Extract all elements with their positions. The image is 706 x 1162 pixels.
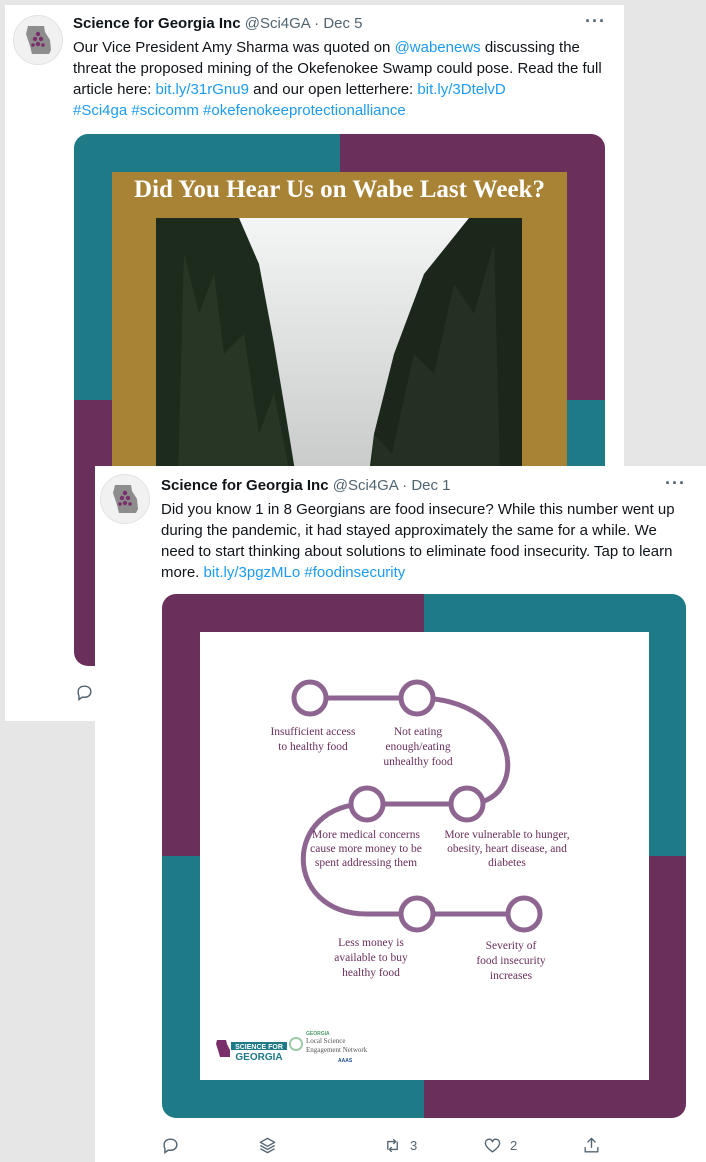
reply-button[interactable]: [75, 683, 94, 702]
tweet-text: Did you know 1 in 8 Georgians are food i…: [161, 499, 683, 583]
tweet-date[interactable]: Dec 5: [323, 15, 362, 32]
author-handle[interactable]: @Sci4GA: [333, 477, 398, 494]
step-4-line-2: cause more money to be: [310, 843, 422, 855]
author-name[interactable]: Science for Georgia Inc: [73, 15, 241, 32]
logo-1-line-2: GEORGIA: [235, 1052, 282, 1063]
logo-2-line-2: Engagement Network: [306, 1046, 368, 1054]
step-3-line-2: obesity, heart disease, and: [447, 843, 567, 855]
tweet-header: Science for Georgia Inc @Sci4GA · Dec 5: [73, 15, 363, 32]
step-6-line-3: increases: [490, 970, 533, 982]
step-6-line-1: Severity of: [486, 940, 537, 952]
tweet-image[interactable]: Insufficient access to healthy food Not …: [162, 594, 686, 1118]
mention-link[interactable]: @wabenews: [395, 39, 481, 56]
step-node-5: [398, 895, 436, 933]
tweet-text-part: Our Vice President Amy Sharma was quoted…: [73, 39, 395, 56]
hashtags[interactable]: #Sci4ga #scicomm #okefenokeeprotectional…: [73, 102, 406, 119]
georgia-logo-icon: [26, 26, 51, 54]
step-2-line-3: unhealthy food: [383, 756, 453, 768]
tweet-date[interactable]: Dec 1: [411, 477, 450, 494]
author-name[interactable]: Science for Georgia Inc: [161, 477, 329, 494]
tweet-text: Our Vice President Amy Sharma was quoted…: [73, 37, 613, 121]
share-button[interactable]: [582, 1136, 601, 1155]
separator: ·: [314, 15, 320, 32]
step-6-line-2: food insecurity: [476, 955, 546, 967]
food-insecurity-graphic: Insufficient access to healthy food Not …: [162, 594, 686, 1118]
retweet-icon: [387, 1138, 398, 1153]
step-5-line-3: healthy food: [342, 967, 400, 979]
heart-icon: [484, 1138, 501, 1153]
step-3-line-3: diabetes: [488, 857, 526, 869]
image-title: Did You Hear Us on Wabe Last Week?: [134, 176, 545, 203]
step-1-line-2: to healthy food: [278, 741, 348, 753]
logo-1-line-1: SCIENCE FOR: [235, 1044, 283, 1051]
step-node-2: [398, 679, 436, 717]
more-options-icon[interactable]: ···: [585, 11, 606, 32]
layers-icon: [259, 1137, 276, 1154]
reply-icon: [163, 1138, 178, 1155]
letter-link[interactable]: bit.ly/3DtelvD: [417, 81, 505, 98]
tweet-actions: 3 2: [161, 1136, 681, 1158]
retweet-button[interactable]: 3: [383, 1136, 417, 1155]
step-2-line-1: Not eating: [394, 726, 442, 738]
step-5-line-2: available to buy: [334, 952, 408, 964]
step-4-line-1: More medical concerns: [312, 829, 420, 841]
step-3-line-1: More vulnerable to hunger,: [444, 829, 569, 841]
like-button[interactable]: 2: [483, 1136, 517, 1155]
reply-button[interactable]: [161, 1136, 180, 1155]
hashtag[interactable]: #foodinsecurity: [304, 564, 405, 581]
step-2-line-2: enough/eating: [385, 741, 450, 753]
more-options-icon[interactable]: ···: [665, 473, 686, 494]
step-node-6: [505, 895, 543, 933]
step-1-line-1: Insufficient access: [270, 726, 356, 738]
avatar[interactable]: [100, 474, 150, 524]
share-icon: [584, 1137, 599, 1153]
step-node-1: [291, 679, 329, 717]
step-5-line-1: Less money is: [338, 937, 404, 949]
step-node-3: [448, 785, 486, 823]
step-4-line-3: spent addressing them: [315, 857, 417, 869]
separator: ·: [402, 477, 408, 494]
avatar[interactable]: [13, 15, 63, 65]
tweet-text-part: and our open letterhere:: [248, 81, 418, 98]
article-link[interactable]: bit.ly/3pgzMLo: [204, 564, 301, 581]
logo-2-line-3: AAAS: [338, 1058, 353, 1064]
retweet-count: 3: [410, 1138, 418, 1153]
article-link[interactable]: bit.ly/31rGnu9: [156, 81, 249, 98]
step-node-4: [348, 785, 386, 823]
logo-2-line-1: Local Science: [306, 1037, 345, 1045]
tweet-card-2[interactable]: Science for Georgia Inc @Sci4GA · Dec 1 …: [95, 466, 706, 1162]
reply-icon: [77, 685, 92, 702]
author-handle[interactable]: @Sci4GA: [245, 15, 310, 32]
georgia-logo-icon: [113, 485, 138, 513]
stack-button[interactable]: [258, 1136, 277, 1155]
tweet-header: Science for Georgia Inc @Sci4GA · Dec 1: [161, 477, 451, 494]
like-count: 2: [510, 1138, 518, 1153]
